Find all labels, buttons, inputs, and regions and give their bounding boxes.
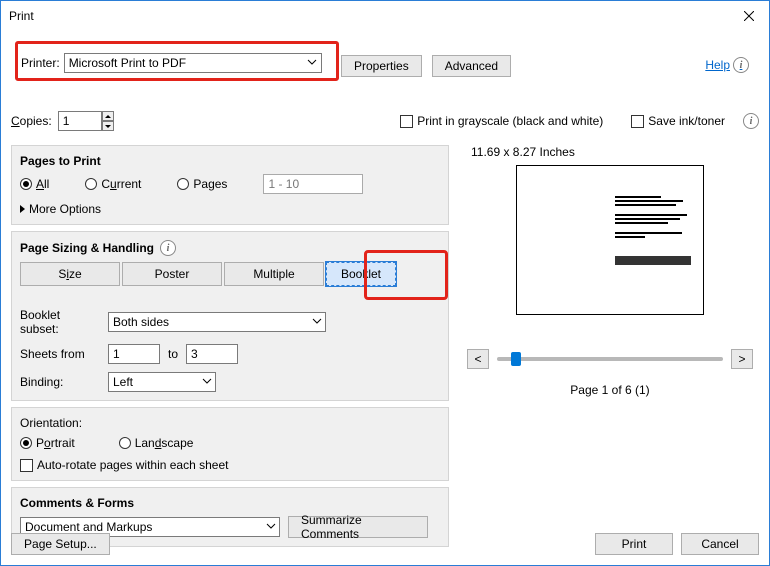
copies-label: Copies: bbox=[11, 114, 52, 128]
preview-next-button[interactable]: > bbox=[731, 349, 753, 369]
multiple-button[interactable]: Multiple bbox=[224, 262, 324, 286]
pages-all-label: All bbox=[36, 177, 49, 191]
print-dialog: Print Printer: Microsoft Print to PDF Pr… bbox=[0, 0, 770, 566]
sheets-from-label: Sheets from bbox=[20, 347, 100, 361]
save-ink-checkbox[interactable] bbox=[631, 115, 644, 128]
triangle-up-icon bbox=[105, 115, 111, 118]
pages-to-print-panel: Pages to Print All Current Pages bbox=[11, 145, 449, 225]
booklet-button[interactable]: Booklet bbox=[326, 262, 396, 286]
orientation-title: Orientation: bbox=[20, 416, 440, 430]
preview-text-block bbox=[615, 196, 691, 240]
close-button[interactable] bbox=[729, 1, 769, 31]
sheets-to-input[interactable]: 3 bbox=[186, 344, 238, 364]
printer-label: Printer: bbox=[21, 56, 60, 70]
grayscale-checkbox[interactable] bbox=[400, 115, 413, 128]
help-label: Help bbox=[705, 58, 730, 72]
pages-range-label: Pages bbox=[193, 177, 227, 191]
copies-decrement[interactable] bbox=[102, 121, 114, 131]
triangle-right-icon bbox=[20, 205, 25, 213]
advanced-button[interactable]: Advanced bbox=[432, 55, 511, 77]
pages-current-label: Current bbox=[101, 177, 141, 191]
more-options-toggle[interactable]: More Options bbox=[20, 202, 440, 216]
window-title: Print bbox=[9, 9, 34, 23]
copies-input[interactable]: 1 bbox=[58, 111, 102, 131]
chevron-down-icon bbox=[307, 57, 317, 67]
cancel-button[interactable]: Cancel bbox=[681, 533, 759, 555]
booklet-subset-select[interactable]: Both sides bbox=[108, 312, 326, 332]
triangle-down-icon bbox=[105, 125, 111, 128]
page-sizing-info-icon[interactable]: i bbox=[160, 240, 176, 256]
help-info-icon: i bbox=[733, 57, 749, 73]
portrait-label: Portrait bbox=[36, 436, 75, 450]
pages-current-radio[interactable] bbox=[85, 178, 97, 190]
comments-title: Comments & Forms bbox=[20, 496, 440, 510]
booklet-subset-label: Booklet subset: bbox=[20, 308, 100, 336]
preview-prev-button[interactable]: < bbox=[467, 349, 489, 369]
pages-all-radio[interactable] bbox=[20, 178, 32, 190]
chevron-down-icon bbox=[312, 316, 322, 326]
preview-dark-block bbox=[615, 256, 691, 265]
pages-range-radio[interactable] bbox=[177, 178, 189, 190]
sheets-to-label: to bbox=[168, 347, 178, 361]
printer-select[interactable]: Microsoft Print to PDF bbox=[64, 53, 322, 73]
chevron-down-icon bbox=[202, 376, 212, 386]
landscape-label: Landscape bbox=[135, 436, 194, 450]
copies-increment[interactable] bbox=[102, 111, 114, 121]
landscape-radio[interactable] bbox=[119, 437, 131, 449]
close-icon bbox=[744, 11, 754, 21]
page-sizing-panel: Page Sizing & Handling i Size Poster Mul… bbox=[11, 231, 449, 401]
binding-label: Binding: bbox=[20, 375, 100, 389]
sheets-from-input[interactable]: 1 bbox=[108, 344, 160, 364]
titlebar: Print bbox=[1, 1, 769, 31]
preview-page bbox=[516, 165, 704, 315]
auto-rotate-checkbox[interactable] bbox=[20, 459, 33, 472]
page-indicator: Page 1 of 6 (1) bbox=[467, 383, 753, 397]
save-ink-info-icon[interactable]: i bbox=[743, 113, 759, 129]
pages-to-print-title: Pages to Print bbox=[20, 154, 440, 168]
slider-thumb[interactable] bbox=[511, 352, 521, 366]
chevron-down-icon bbox=[266, 521, 276, 531]
printer-value: Microsoft Print to PDF bbox=[69, 56, 186, 70]
size-button[interactable]: Size bbox=[20, 262, 120, 286]
preview-dimensions: 11.69 x 8.27 Inches bbox=[471, 145, 753, 159]
page-sizing-title: Page Sizing & Handling bbox=[20, 241, 154, 255]
preview-slider[interactable] bbox=[497, 357, 723, 361]
print-button[interactable]: Print bbox=[595, 533, 673, 555]
auto-rotate-label: Auto-rotate pages within each sheet bbox=[37, 458, 228, 472]
page-setup-button[interactable]: Page Setup... bbox=[11, 533, 110, 555]
orientation-panel: Orientation: Portrait Landscape bbox=[11, 407, 449, 481]
grayscale-label: Print in grayscale (black and white) bbox=[417, 114, 603, 128]
binding-select[interactable]: Left bbox=[108, 372, 216, 392]
help-link[interactable]: Help i bbox=[705, 57, 749, 73]
properties-button[interactable]: Properties bbox=[341, 55, 422, 77]
save-ink-label: Save ink/toner bbox=[648, 114, 725, 128]
poster-button[interactable]: Poster bbox=[122, 262, 222, 286]
pages-range-input[interactable]: 1 - 10 bbox=[263, 174, 363, 194]
portrait-radio[interactable] bbox=[20, 437, 32, 449]
more-options-label: More Options bbox=[29, 202, 101, 216]
